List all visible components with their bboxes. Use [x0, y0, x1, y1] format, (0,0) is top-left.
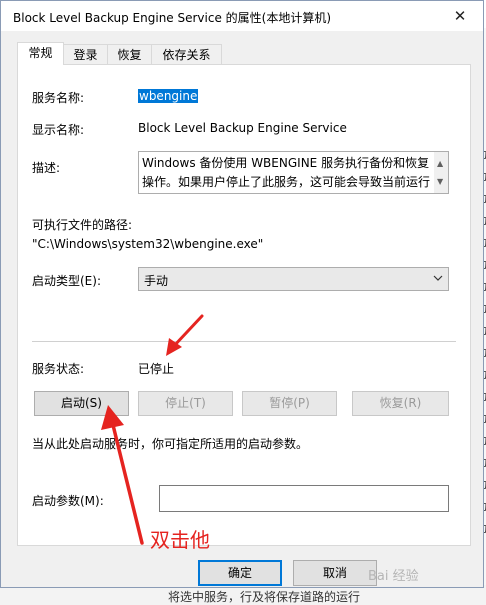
ok-button[interactable]: 确定 [198, 560, 282, 586]
pause-button[interactable]: 暂停(P) [242, 391, 337, 416]
general-tab-panel: 服务名称: wbengine 显示名称: Block Level Backup … [17, 64, 471, 546]
service-name-value[interactable]: wbengine [138, 89, 199, 103]
chevron-down-icon [433, 275, 443, 281]
service-status-value: 已停止 [138, 362, 175, 376]
watermark: Bai 经验 [368, 569, 419, 584]
tab-recovery[interactable]: 恢复 [107, 44, 152, 64]
description-text: Windows 备份使用 WBENGINE 服务执行备份和恢复操作。如果用户停止… [142, 156, 431, 189]
start-button[interactable]: 启动(S) [34, 391, 129, 416]
start-params-input[interactable] [159, 485, 449, 512]
cancel-button[interactable]: 取消 [293, 560, 377, 586]
description-scrollbar[interactable]: ▲ ▼ [434, 152, 448, 193]
description-textbox[interactable]: Windows 备份使用 WBENGINE 服务执行备份和恢复操作。如果用户停止… [138, 151, 449, 194]
window-title: Block Level Backup Engine Service 的属性(本地… [13, 11, 332, 25]
service-properties-dialog: Block Level Backup Engine Service 的属性(本地… [0, 0, 484, 588]
close-icon[interactable]: ✕ [445, 4, 475, 28]
description-label: 描述: [32, 161, 61, 175]
service-name-text[interactable]: wbengine [138, 89, 199, 103]
scroll-down-icon[interactable]: ▼ [437, 172, 443, 191]
background-bottom-text: 将选中服务，行及将保存道路的运行 [168, 590, 361, 604]
executable-path-value[interactable]: "C:\Windows\system32\wbengine.exe" [32, 237, 263, 251]
stop-button[interactable]: 停止(T) [138, 391, 233, 416]
service-status-label: 服务状态: [32, 362, 85, 376]
display-name-value[interactable]: Block Level Backup Engine Service [138, 121, 347, 135]
service-name-label: 服务名称: [32, 91, 85, 105]
tab-logon[interactable]: 登录 [63, 44, 108, 64]
start-params-hint: 当从此处启动服务时，你可指定所适用的启动参数。 [32, 437, 309, 451]
resume-button[interactable]: 恢复(R) [352, 391, 449, 416]
startup-type-selected: 手动 [144, 274, 169, 288]
divider [32, 341, 456, 342]
annotation-label: 双击他 [150, 528, 210, 552]
scroll-up-icon[interactable]: ▲ [437, 154, 443, 173]
background-window-bottom-strip: 将选中服务，行及将保存道路的运行 [0, 585, 486, 605]
display-name-label: 显示名称: [32, 123, 85, 137]
startup-type-dropdown[interactable]: 手动 [138, 267, 449, 291]
executable-path-label: 可执行文件的路径: [32, 218, 133, 232]
title-bar[interactable]: Block Level Backup Engine Service 的属性(本地… [1, 1, 483, 31]
start-params-label: 启动参数(M): [32, 494, 104, 508]
startup-type-label: 启动类型(E): [32, 274, 101, 288]
tab-dependencies[interactable]: 依存关系 [151, 44, 222, 64]
tab-general[interactable]: 常规 [17, 42, 64, 65]
